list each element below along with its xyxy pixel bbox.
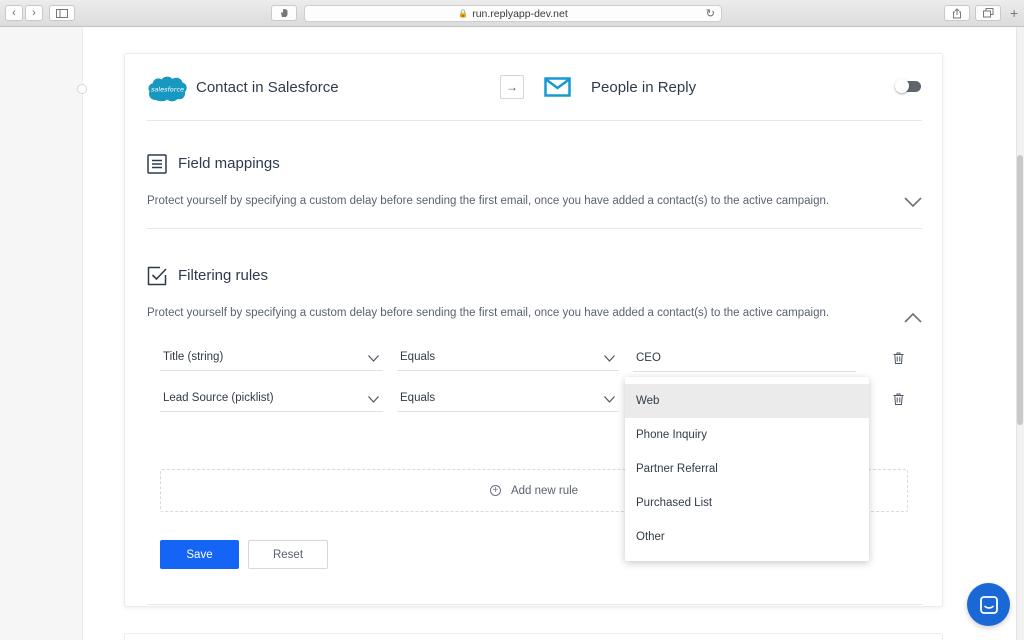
chat-icon bbox=[979, 595, 998, 614]
add-rule-label: Add new rule bbox=[510, 484, 579, 497]
mail-icon bbox=[544, 77, 571, 97]
rule-operator-value: Equals bbox=[400, 392, 436, 404]
arrow-right-icon: → bbox=[500, 75, 524, 99]
rule-field-select[interactable]: Lead Source (picklist) bbox=[160, 392, 383, 412]
reload-icon[interactable]: ↻ bbox=[706, 7, 715, 20]
tabs-button[interactable] bbox=[975, 5, 1001, 21]
field-mappings-description: Protect yourself by specifying a custom … bbox=[147, 195, 830, 207]
trash-icon[interactable] bbox=[893, 352, 904, 364]
checkbox-icon bbox=[147, 266, 167, 286]
field-mappings-title: Field mappings bbox=[178, 155, 280, 172]
rule-value-input[interactable]: CEO bbox=[633, 352, 856, 372]
footer-divider bbox=[147, 604, 922, 605]
reset-button[interactable]: Reset bbox=[248, 540, 328, 569]
filtering-rules-title: Filtering rules bbox=[178, 267, 269, 284]
chevron-right-icon: › bbox=[32, 6, 36, 19]
header-divider bbox=[147, 120, 922, 121]
browser-toolbar: ‹ › 🔒 run.replyapp-dev.net ↻ + bbox=[0, 0, 1024, 27]
chevron-down-icon bbox=[604, 355, 615, 362]
new-tab-button[interactable]: + bbox=[1010, 5, 1018, 21]
chevron-down-icon bbox=[368, 396, 379, 403]
tabs-icon bbox=[982, 8, 993, 18]
sidebar-icon bbox=[56, 8, 68, 18]
url-text: run.replyapp-dev.net bbox=[472, 7, 568, 20]
lead-source-dropdown[interactable]: Web Phone Inquiry Partner Referral Purch… bbox=[625, 377, 869, 561]
back-button[interactable]: ‹ bbox=[5, 5, 23, 21]
chevron-up-icon[interactable] bbox=[904, 313, 922, 323]
share-button[interactable] bbox=[944, 5, 970, 21]
salesforce-logo-icon: salesforce bbox=[148, 76, 187, 102]
rule-value-text: CEO bbox=[636, 352, 661, 364]
dropdown-option-partner-referral[interactable]: Partner Referral bbox=[625, 452, 869, 486]
address-bar[interactable]: 🔒 run.replyapp-dev.net ↻ bbox=[304, 5, 722, 22]
scrollbar-thumb[interactable] bbox=[1017, 155, 1023, 425]
dropdown-option-purchased-list[interactable]: Purchased List bbox=[625, 486, 869, 520]
rule-operator-select[interactable]: Equals bbox=[397, 351, 619, 371]
chevron-left-icon: ‹ bbox=[12, 6, 16, 19]
trash-icon[interactable] bbox=[893, 393, 904, 405]
salesforce-logo-text: salesforce bbox=[151, 86, 184, 94]
hand-icon bbox=[280, 9, 287, 17]
plus-circle-icon: + bbox=[489, 485, 501, 496]
sidebar-toggle-button[interactable] bbox=[49, 5, 75, 21]
rule-operator-value: Equals bbox=[400, 351, 436, 363]
share-icon bbox=[953, 7, 961, 18]
save-button[interactable]: Save bbox=[160, 540, 239, 569]
dropdown-option-other[interactable]: Other bbox=[625, 520, 869, 554]
sync-toggle[interactable] bbox=[895, 79, 921, 93]
next-card bbox=[124, 633, 943, 640]
chat-launcher-button[interactable] bbox=[967, 583, 1010, 626]
chevron-down-icon bbox=[604, 396, 615, 403]
source-title: Contact in Salesforce bbox=[196, 79, 339, 96]
list-icon bbox=[147, 154, 167, 174]
rule-field-select[interactable]: Title (string) bbox=[160, 351, 383, 371]
dropdown-option-web[interactable]: Web bbox=[625, 384, 869, 418]
rule-field-value: Lead Source (picklist) bbox=[163, 392, 274, 404]
dropdown-option-phone-inquiry[interactable]: Phone Inquiry bbox=[625, 418, 869, 452]
privacy-button[interactable] bbox=[271, 5, 297, 21]
target-title: People in Reply bbox=[591, 79, 697, 96]
rule-operator-select[interactable]: Equals bbox=[397, 392, 619, 412]
forward-button[interactable]: › bbox=[25, 5, 43, 21]
timeline-dot bbox=[77, 84, 87, 94]
section-divider bbox=[147, 228, 922, 229]
filtering-rules-description: Protect yourself by specifying a custom … bbox=[147, 307, 830, 319]
lock-icon: 🔒 bbox=[458, 9, 469, 18]
rule-field-value: Title (string) bbox=[163, 351, 224, 363]
chevron-down-icon bbox=[368, 355, 379, 362]
chevron-down-icon[interactable] bbox=[904, 197, 922, 207]
